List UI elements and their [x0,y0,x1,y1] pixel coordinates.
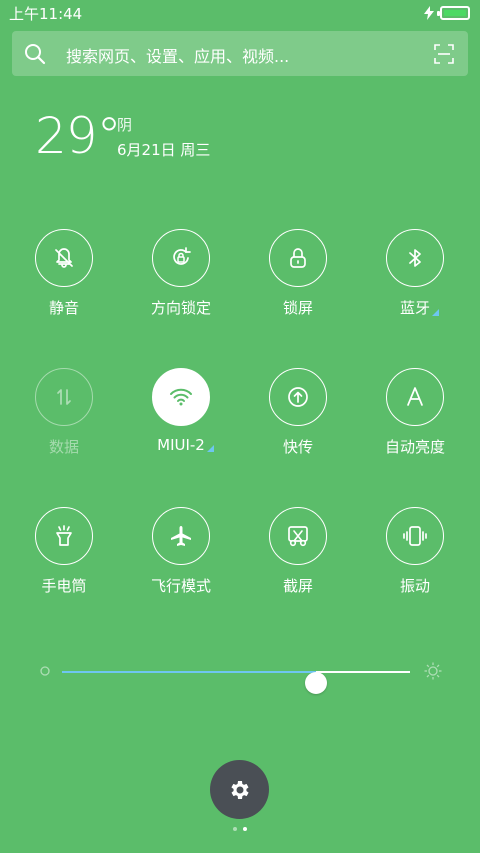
scan-icon[interactable] [434,44,454,64]
weather-widget[interactable]: 29° 阴 6月21日 周三 [35,107,210,165]
brightness-fill [62,671,317,673]
search-icon [25,44,46,65]
vibrate-icon [403,526,427,546]
tile-quick-transfer-label: 快传 [282,438,313,456]
tile-auto-brightness-toggle[interactable] [386,368,444,426]
brightness-slider[interactable] [38,660,442,694]
tile-screenshot[interactable]: 截屏 [248,507,348,607]
scissors-icon [288,526,308,547]
tile-mute-toggle[interactable] [35,229,93,287]
tile-wifi-toggle[interactable] [152,368,210,426]
tile-flashlight[interactable]: 手电筒 [14,507,114,607]
lock-icon [290,248,306,268]
page-dot [233,827,237,831]
wifi-icon [170,388,192,406]
battery-icon [437,6,470,20]
brightness-thumb[interactable] [305,672,328,694]
tile-data-toggle[interactable] [35,368,93,426]
tile-quick-transfer-toggle[interactable] [269,368,327,426]
tile-rotation-lock[interactable]: 方向锁定 [131,229,231,329]
charging-icon [424,6,434,20]
tile-data-label: 数据 [48,438,79,456]
flashlight-icon [56,525,72,546]
search-bar[interactable]: 搜索网页、设置、应用、视频... [12,31,468,76]
letter-a-icon [407,387,423,406]
rotation-lock-icon [173,247,191,265]
status-bar: 上午11:44 [0,0,480,28]
page-dot [243,827,247,831]
tile-vibrate-toggle[interactable] [386,507,444,565]
tile-rotation-lock-label: 方向锁定 [150,299,211,317]
tile-bluetooth[interactable]: 蓝牙 [365,229,465,329]
tile-wifi-label: MIUI-2 [157,436,214,454]
data-arrows-icon [57,389,71,405]
tile-screenshot-label: 截屏 [282,577,313,595]
tile-mute-label: 静音 [48,299,79,317]
temperature: 29° [35,107,122,165]
tile-bluetooth-toggle[interactable] [386,229,444,287]
gear-icon [230,780,249,799]
brightness-track[interactable] [62,671,410,694]
tile-auto-brightness-label: 自动亮度 [384,438,445,456]
more-options-indicator [206,445,214,452]
tile-lock-screen-toggle[interactable] [269,229,327,287]
tile-flashlight-label: 手电筒 [41,577,87,595]
tile-airplane[interactable]: 飞行模式 [131,507,231,607]
tile-bluetooth-label: 蓝牙 [400,297,439,318]
bluetooth-icon [409,249,421,267]
tile-screenshot-toggle[interactable] [269,507,327,565]
tile-auto-brightness[interactable]: 自动亮度 [365,368,465,468]
airplane-icon [171,526,191,546]
tile-airplane-label: 飞行模式 [150,577,211,595]
status-time: 上午11:44 [9,5,83,23]
tile-vibrate-label: 振动 [399,577,430,595]
upload-circle-icon [288,387,308,407]
settings-button[interactable] [210,760,269,819]
more-options-indicator [432,309,439,316]
page-indicator [233,827,247,831]
weather-date: 6月21日 周三 [117,141,211,159]
brightness-low-icon [40,666,50,676]
brightness-high-icon [424,662,442,680]
tile-airplane-toggle[interactable] [152,507,210,565]
tile-mute[interactable]: 静音 [14,229,114,329]
tile-lock-screen[interactable]: 锁屏 [248,229,348,329]
bell-off-icon [55,248,73,268]
status-icons [424,6,470,20]
tile-quick-transfer[interactable]: 快传 [248,368,348,468]
tile-lock-screen-label: 锁屏 [282,299,313,317]
tile-rotation-lock-toggle[interactable] [152,229,210,287]
tile-flashlight-toggle[interactable] [35,507,93,565]
search-input[interactable]: 搜索网页、设置、应用、视频... [66,43,289,67]
tile-wifi[interactable]: MIUI-2 [131,368,231,468]
tile-vibrate[interactable]: 振动 [365,507,465,607]
battery-fill [444,10,466,16]
weather-condition: 阴 [117,116,133,134]
tile-data[interactable]: 数据 [14,368,114,468]
